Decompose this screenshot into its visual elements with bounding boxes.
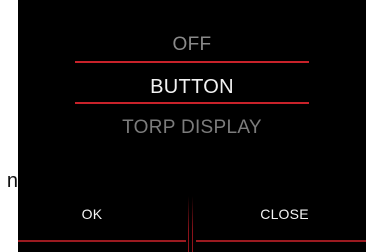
- button-divider: [188, 196, 193, 252]
- close-button[interactable]: CLOSE: [193, 196, 366, 252]
- close-button-label: CLOSE: [260, 206, 309, 222]
- selection-dialog: OFF BUTTON TORP DISPLAY OK CLOSE: [18, 0, 366, 252]
- divider-line-left: [188, 196, 189, 252]
- selection-top-line: [75, 61, 309, 63]
- picker-option-torp-display[interactable]: TORP DISPLAY: [75, 117, 309, 139]
- picker-option-off[interactable]: OFF: [75, 34, 309, 56]
- selection-bottom-line: [75, 102, 309, 104]
- option-picker[interactable]: OFF BUTTON TORP DISPLAY: [18, 0, 366, 160]
- divider-line-right: [192, 196, 193, 252]
- ok-button-label: OK: [81, 206, 103, 222]
- background-partial-text: n: [6, 170, 18, 192]
- screen: n OFF BUTTON TORP DISPLAY OK CLOSE: [0, 0, 366, 252]
- close-button-underline: [196, 240, 366, 242]
- picker-option-button-selected[interactable]: BUTTON: [75, 76, 309, 99]
- ok-button-underline: [18, 240, 186, 242]
- ok-button[interactable]: OK: [18, 196, 188, 252]
